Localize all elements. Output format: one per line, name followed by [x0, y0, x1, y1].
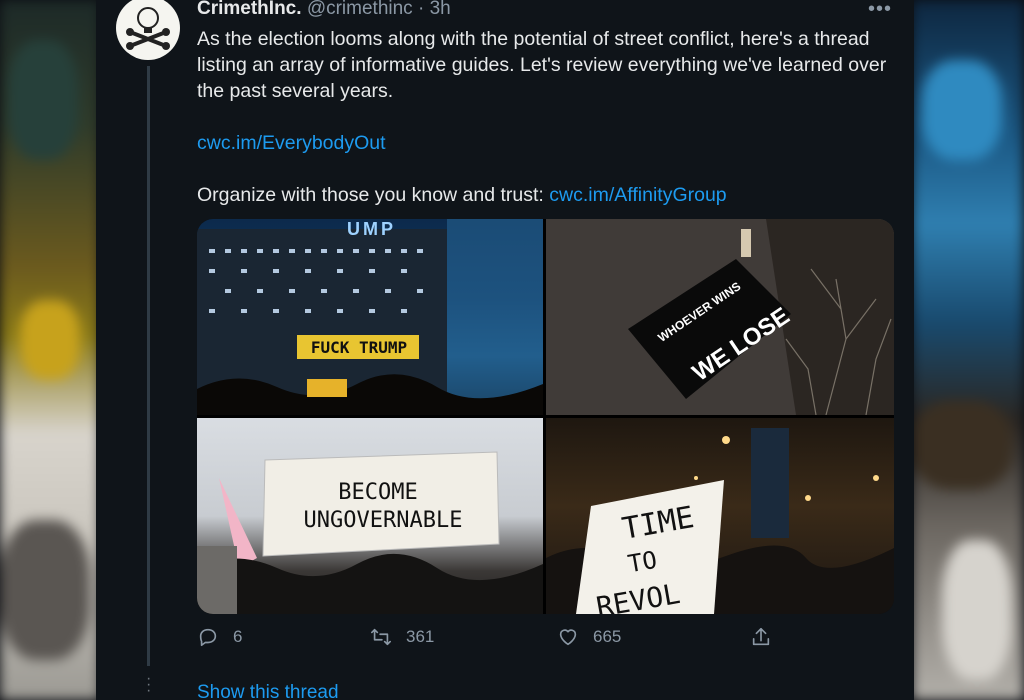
- sign-text: FUCK TRUMP: [310, 338, 408, 357]
- author-name[interactable]: CrimethInc.: [197, 0, 302, 19]
- more-icon[interactable]: •••: [868, 0, 892, 21]
- share-icon: [752, 627, 770, 646]
- photo-time-to-revolt[interactable]: TIME TO REVOL: [546, 418, 894, 614]
- like-icon: [559, 629, 577, 646]
- blurred-background-left: [0, 0, 100, 700]
- separator: ·: [417, 0, 425, 19]
- link-affinity-group[interactable]: cwc.im/AffinityGroup: [549, 184, 726, 206]
- reply-count: 6: [233, 627, 243, 646]
- retweet-button[interactable]: 361: [370, 626, 434, 648]
- reply-icon: [199, 628, 217, 647]
- sign-text-line2: TO: [625, 545, 660, 579]
- banner-text-line2: UNGOVERNABLE: [303, 508, 463, 533]
- like-button[interactable]: 665: [557, 626, 621, 648]
- tweet-card[interactable]: · · · CrimethInc. @crimethinc · 3h ••• As …: [96, 0, 914, 700]
- retweet-count: 361: [406, 627, 435, 646]
- tweet-header: CrimethInc. @crimethinc · 3h: [197, 0, 451, 20]
- show-thread-link[interactable]: Show this thread: [197, 682, 339, 700]
- share-button[interactable]: [750, 626, 786, 648]
- tweet-paragraph: As the election looms along with the pot…: [197, 28, 887, 102]
- organize-text: Organize with those you know and trust:: [197, 184, 550, 206]
- retweet-icon: [371, 628, 391, 646]
- avatar[interactable]: [116, 0, 180, 60]
- thread-dots: · · ·: [146, 670, 152, 699]
- like-count: 665: [593, 627, 622, 646]
- reply-button[interactable]: 6: [197, 626, 242, 648]
- tweet-text: As the election looms along with the pot…: [197, 26, 887, 208]
- media-grid: FUCK TRUMP UMP WHOEVER WINS WE LOSE BECO…: [197, 219, 894, 614]
- author-handle[interactable]: @crimethinc: [307, 0, 413, 19]
- photo-trump-tower[interactable]: FUCK TRUMP UMP: [197, 219, 543, 415]
- tweet-paragraph-organize: Organize with those you know and trust: …: [197, 182, 887, 208]
- banner-text-line1: BECOME: [338, 480, 418, 505]
- building-text: UMP: [347, 219, 396, 239]
- blurred-background-right: [912, 0, 1024, 700]
- photo-whoever-wins-banner[interactable]: WHOEVER WINS WE LOSE: [546, 219, 894, 415]
- link-everybody-out[interactable]: cwc.im/EverybodyOut: [197, 130, 887, 156]
- thread-line: [147, 66, 150, 666]
- photo-become-ungovernable[interactable]: BECOME UNGOVERNABLE: [197, 418, 543, 614]
- crimethinc-logo-icon: [126, 7, 170, 50]
- timestamp[interactable]: 3h: [430, 0, 451, 19]
- tweet-actions: 6 361 665: [197, 626, 887, 656]
